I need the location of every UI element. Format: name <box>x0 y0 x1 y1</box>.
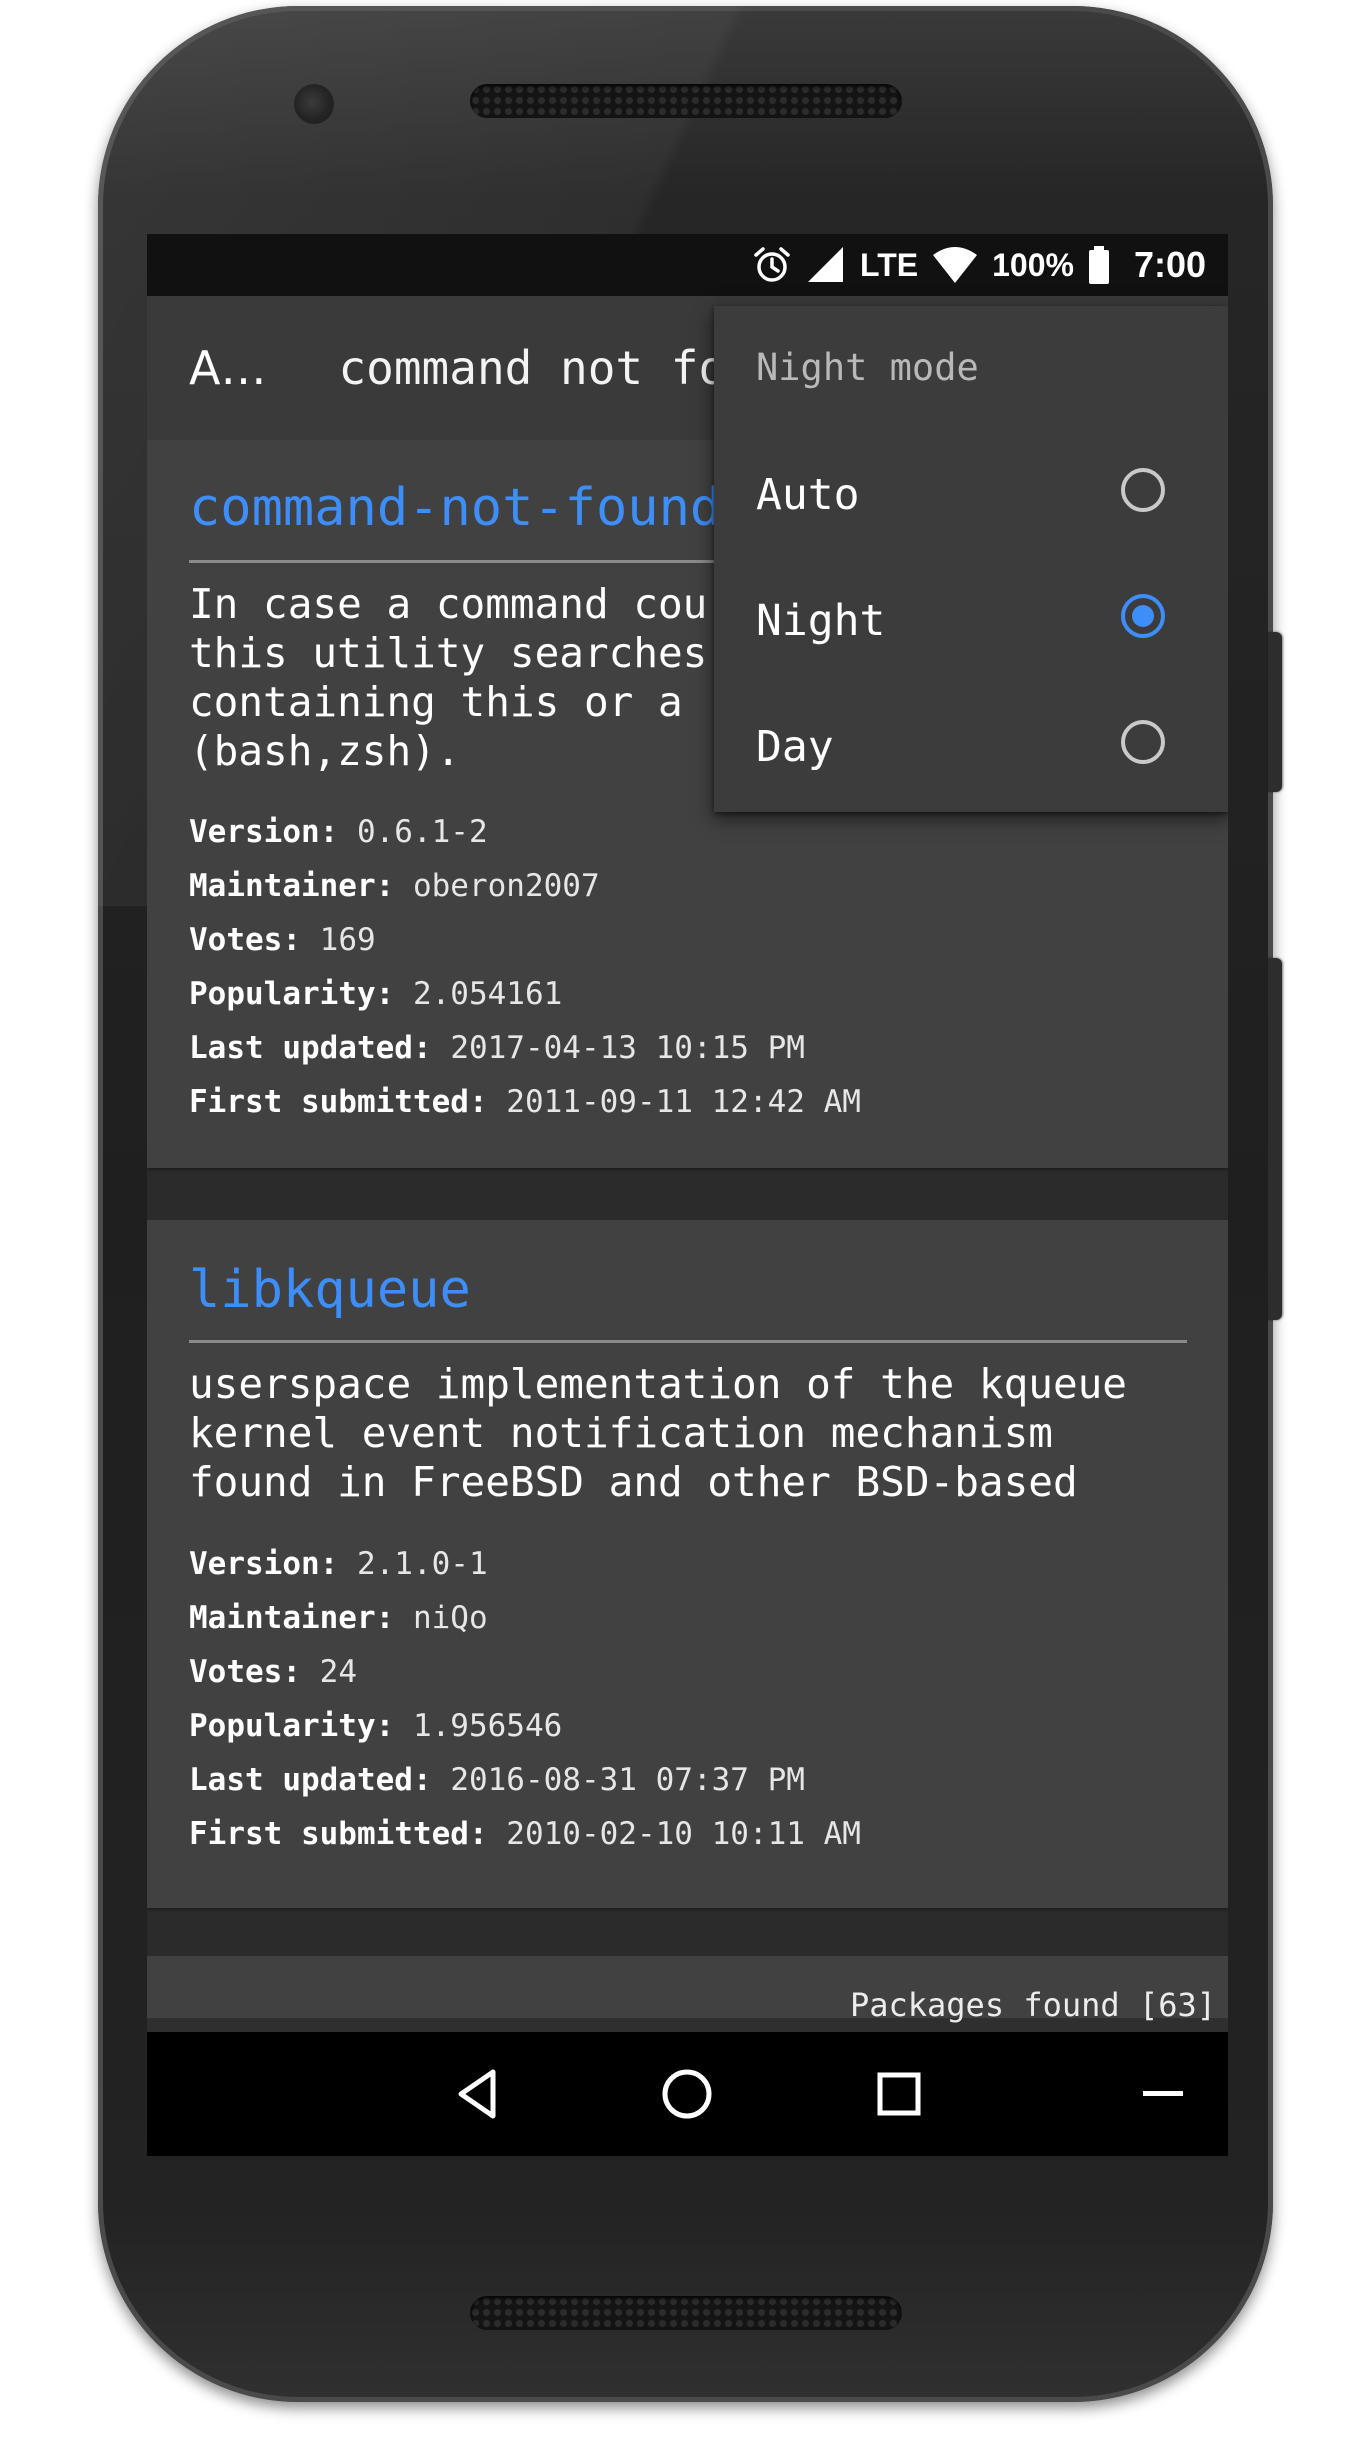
package-name[interactable]: command-not-found <box>189 478 721 538</box>
recents-icon[interactable] <box>863 2058 935 2130</box>
popularity-row: Popularity: 2.054161 <box>189 976 563 1012</box>
battery-icon <box>1088 245 1110 285</box>
earpiece-speaker <box>470 84 902 118</box>
package-card[interactable]: libkqueue userspace implementation of th… <box>147 1220 1228 1908</box>
option-label: Day <box>756 722 834 772</box>
last-updated-row: Last updated: 2017-04-13 10:15 PM <box>189 1030 805 1066</box>
packages-found-count: Packages found [63] <box>849 1986 1216 2024</box>
status-bar: LTE 100% 7:00 <box>147 234 1228 296</box>
option-label: Night <box>756 596 886 646</box>
network-type: LTE <box>860 246 919 283</box>
option-label: Auto <box>756 470 860 520</box>
votes-row: Votes: 169 <box>189 922 376 958</box>
package-name[interactable]: libkqueue <box>189 1260 471 1320</box>
radio-unchecked-icon[interactable] <box>1121 468 1165 512</box>
night-mode-menu: Night mode Auto Night Day <box>714 306 1228 812</box>
night-mode-option-night[interactable]: Night <box>714 558 1228 684</box>
votes-row: Votes: 24 <box>189 1654 357 1690</box>
clock: 7:00 <box>1133 244 1206 285</box>
package-description: userspace implementation of the kqueue k… <box>189 1360 1127 1506</box>
alarm-icon <box>752 245 792 285</box>
app-title: A… <box>189 341 267 395</box>
bottom-speaker <box>470 2296 902 2330</box>
radio-checked-icon[interactable] <box>1121 594 1165 638</box>
front-camera <box>294 84 334 124</box>
night-mode-option-day[interactable]: Day <box>714 684 1228 810</box>
version-row: Version: 0.6.1-2 <box>189 814 488 850</box>
maintainer-row: Maintainer: oberon2007 <box>189 868 600 904</box>
signal-icon <box>806 245 846 285</box>
search-query[interactable]: command not fo <box>338 341 726 395</box>
first-submitted-row: First submitted: 2010-02-10 10:11 AM <box>189 1816 861 1852</box>
maintainer-row: Maintainer: niQo <box>189 1600 488 1636</box>
night-mode-title: Night mode <box>756 346 979 389</box>
screen: LTE 100% 7:00 A… command not fo command-… <box>147 234 1228 2156</box>
menu-minus-icon[interactable] <box>1127 2058 1199 2130</box>
title-divider <box>189 1340 1187 1343</box>
radio-unchecked-icon[interactable] <box>1121 720 1165 764</box>
night-mode-option-auto[interactable]: Auto <box>714 432 1228 558</box>
back-icon[interactable] <box>441 2058 513 2130</box>
home-icon[interactable] <box>651 2058 723 2130</box>
battery-percentage: 100% <box>992 246 1074 283</box>
version-row: Version: 2.1.0-1 <box>189 1546 488 1582</box>
navigation-bar <box>147 2032 1228 2156</box>
power-button <box>1268 632 1282 792</box>
wifi-icon <box>932 245 978 285</box>
volume-button <box>1268 958 1282 1320</box>
first-submitted-row: First submitted: 2011-09-11 12:42 AM <box>189 1084 861 1120</box>
last-updated-row: Last updated: 2016-08-31 07:37 PM <box>189 1762 805 1798</box>
popularity-row: Popularity: 1.956546 <box>189 1708 563 1744</box>
